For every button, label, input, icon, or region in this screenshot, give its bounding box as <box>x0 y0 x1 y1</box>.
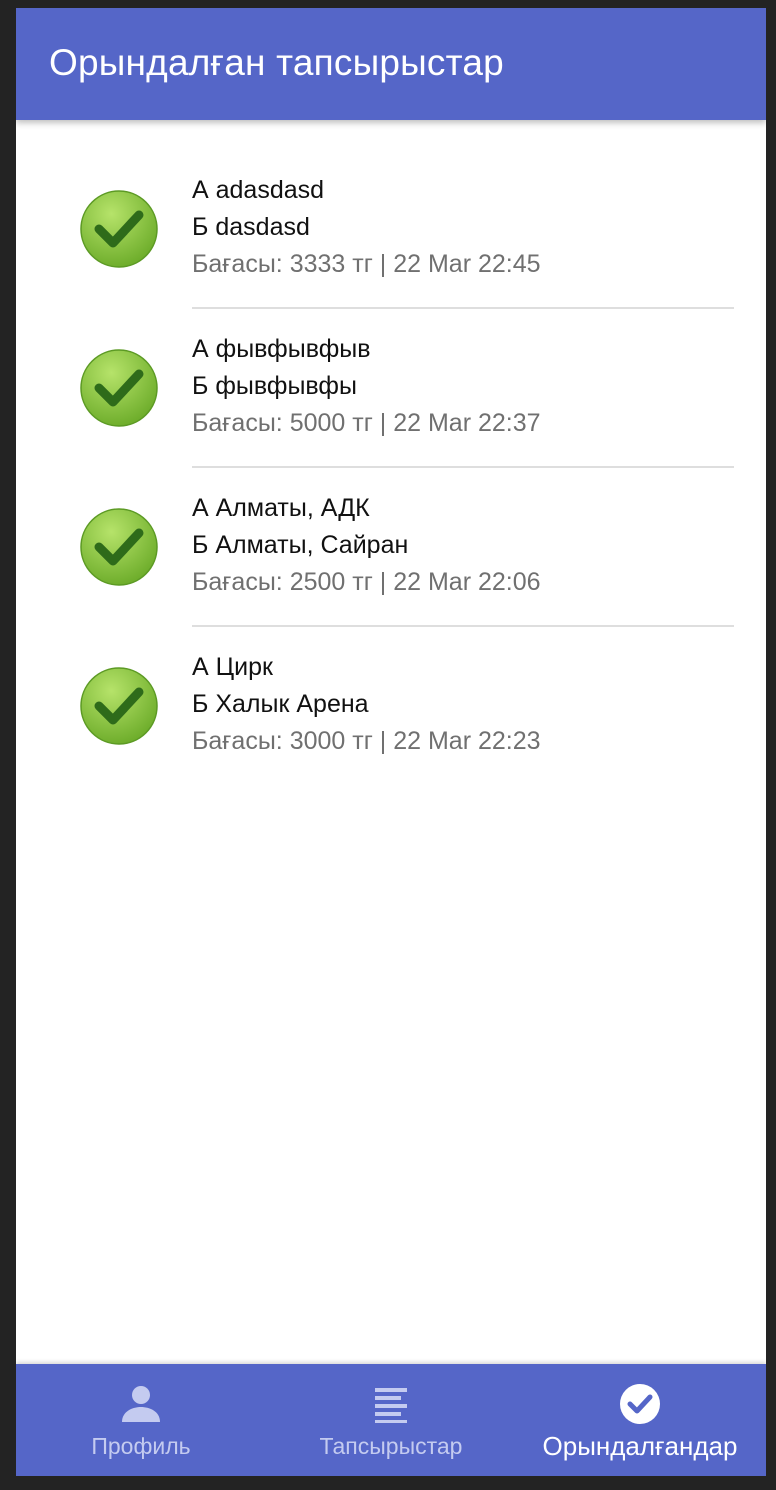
list-item[interactable]: А фывфывфыв Б фывфывфы Бағасы: 5000 тг |… <box>16 279 766 468</box>
nav-tab-label: Тапсырыстар <box>319 1433 463 1459</box>
order-price-time: Бағасы: 3333 тг | 22 Mar 22:45 <box>192 250 541 278</box>
order-price-time: Бағасы: 2500 тг | 22 Mar 22:06 <box>192 568 541 596</box>
app-bar: Орындалған тапсырыстар <box>16 8 766 120</box>
person-icon <box>119 1382 163 1426</box>
order-from: А Алматы, АДК <box>192 494 370 522</box>
nav-tab-tasks[interactable]: Тапсырыстар <box>306 1364 476 1476</box>
check-circle-icon <box>79 666 159 746</box>
check-circle-icon <box>618 1382 662 1426</box>
order-from: А фывфывфыв <box>192 335 371 363</box>
check-circle-icon <box>79 189 159 269</box>
order-from: А adasdasd <box>192 176 325 204</box>
screen: Орындалған тапсырыстар А adasdasd Б dasd… <box>16 8 766 1476</box>
order-to: Б фывфывфы <box>192 372 357 400</box>
list-icon <box>369 1382 413 1426</box>
page-title: Орындалған тапсырыстар <box>49 42 504 83</box>
list-item[interactable]: А Цирк Б Халык Арена Бағасы: 3000 тг | 2… <box>16 597 766 756</box>
order-to: Б Халык Арена <box>192 690 369 718</box>
nav-tab-profile[interactable]: Профиль <box>66 1364 216 1476</box>
order-to: Б dasdasd <box>192 213 310 241</box>
nav-tab-label: Профиль <box>91 1433 191 1459</box>
order-to: Б Алматы, Сайран <box>192 531 409 559</box>
nav-tab-completed[interactable]: Орындалғандар <box>530 1364 750 1476</box>
list-item[interactable]: А Алматы, АДК Б Алматы, Сайран Бағасы: 2… <box>16 438 766 627</box>
check-circle-icon <box>79 507 159 587</box>
order-price-time: Бағасы: 3000 тг | 22 Mar 22:23 <box>192 727 541 755</box>
bottom-navigation: Профиль Тапсырыстар Орындалғандар <box>16 1364 766 1476</box>
nav-tab-label: Орындалғандар <box>542 1431 738 1461</box>
order-price-time: Бағасы: 5000 тг | 22 Mar 22:37 <box>192 409 541 437</box>
order-from: А Цирк <box>192 653 273 681</box>
check-circle-icon <box>79 348 159 428</box>
completed-orders-list: А adasdasd Б dasdasd Бағасы: 3333 тг | 2… <box>16 120 766 756</box>
list-item[interactable]: А adasdasd Б dasdasd Бағасы: 3333 тг | 2… <box>16 120 766 309</box>
